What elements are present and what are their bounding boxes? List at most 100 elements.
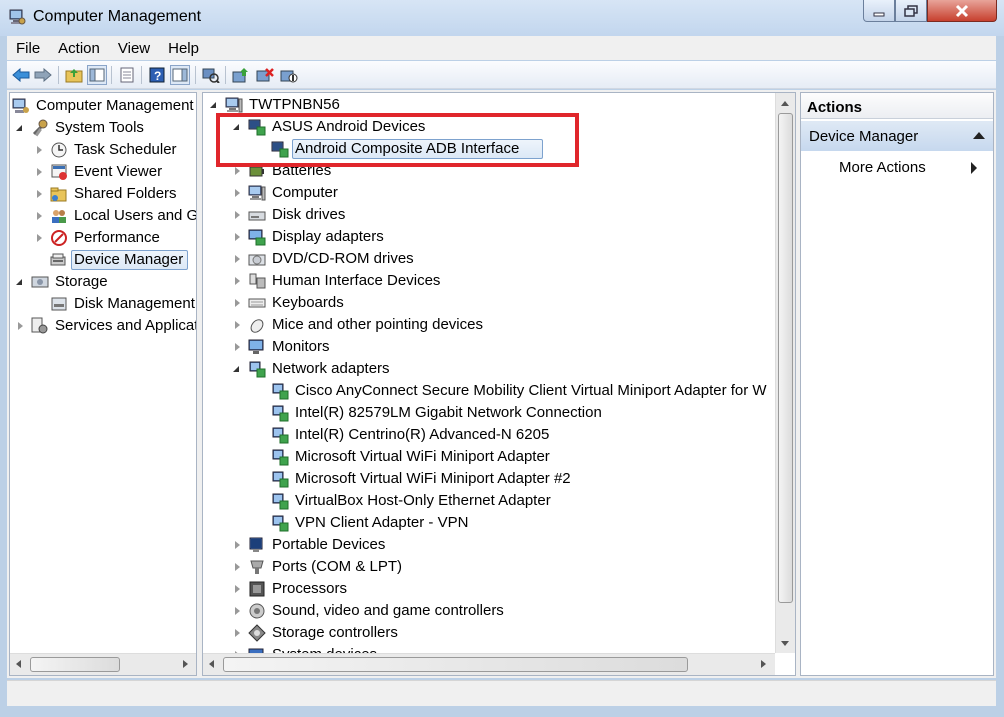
device-tree-pane[interactable]: TWTPNBN56 ASUS Android Devices Android Com… (202, 92, 796, 676)
title-bar[interactable]: Computer Management (0, 0, 1004, 36)
tree-item-disk-drives[interactable]: Disk drives (203, 204, 775, 226)
expanded-triangle-icon[interactable] (16, 279, 22, 285)
tree-item-services-and-applicat[interactable]: Services and Applicat (10, 315, 196, 337)
collapsed-triangle-icon[interactable] (235, 233, 240, 241)
tree-item-asus-android-devices[interactable]: ASUS Android Devices (203, 116, 775, 138)
uninstall-icon[interactable] (255, 65, 275, 85)
tree-item-display-adapters[interactable]: Display adapters (203, 226, 775, 248)
scroll-right-icon[interactable] (183, 660, 188, 668)
tree-item-cisco-anyconnect-secure-mobility-client-virtual-miniport-adapter-for-w[interactable]: Cisco AnyConnect Secure Mobility Client … (203, 380, 775, 402)
expanded-triangle-icon[interactable] (210, 102, 216, 108)
tree-item-intel-r-82579lm-gigabit-network-connection[interactable]: Intel(R) 82579LM Gigabit Network Connect… (203, 402, 775, 424)
tree-item-sound-video-and-game-controllers[interactable]: Sound, video and game controllers (203, 600, 775, 622)
collapsed-triangle-icon[interactable] (235, 299, 240, 307)
tree-item-android-composite-adb-interface[interactable]: Android Composite ADB Interface (203, 138, 775, 160)
minimize-button[interactable] (863, 0, 895, 22)
tree-item-microsoft-virtual-wifi-miniport-adapter-2[interactable]: Microsoft Virtual WiFi Miniport Adapter … (203, 468, 775, 490)
tree-item-device-manager[interactable]: Device Manager (10, 249, 196, 271)
collapsed-triangle-icon[interactable] (18, 322, 23, 330)
center-vertical-scrollbar[interactable] (775, 93, 795, 653)
scroll-down-icon[interactable] (781, 641, 789, 646)
tree-item-keyboards[interactable]: Keyboards (203, 292, 775, 314)
scroll-left-icon[interactable] (209, 660, 214, 668)
collapsed-triangle-icon[interactable] (235, 343, 240, 351)
tree-item-local-users-and-gro[interactable]: Local Users and Gro (10, 205, 196, 227)
collapsed-triangle-icon[interactable] (235, 585, 240, 593)
restore-icon (904, 4, 918, 17)
actions-device-manager-section[interactable]: Device Manager (801, 121, 993, 151)
menu-file[interactable]: File (7, 40, 49, 57)
collapsed-triangle-icon[interactable] (235, 629, 240, 637)
tree-item-twtpnbn56[interactable]: TWTPNBN56 (203, 94, 775, 116)
collapsed-triangle-icon[interactable] (235, 277, 240, 285)
tree-item-network-adapters[interactable]: Network adapters (203, 358, 775, 380)
tree-item-microsoft-virtual-wifi-miniport-adapter[interactable]: Microsoft Virtual WiFi Miniport Adapter (203, 446, 775, 468)
tree-item-performance[interactable]: Performance (10, 227, 196, 249)
menu-action[interactable]: Action (49, 40, 109, 57)
tree-item-portable-devices[interactable]: Portable Devices (203, 534, 775, 556)
show-hide-console-tree-icon[interactable] (87, 65, 107, 85)
tree-item-task-scheduler[interactable]: Task Scheduler (10, 139, 196, 161)
up-folder-icon[interactable] (64, 65, 84, 85)
disable-device-icon[interactable] (279, 65, 299, 85)
expanded-triangle-icon[interactable] (16, 125, 22, 131)
tree-item-label: Disk Management (74, 295, 195, 312)
tree-item-mice-and-other-pointing-devices[interactable]: Mice and other pointing devices (203, 314, 775, 336)
properties-icon[interactable] (117, 65, 137, 85)
tree-item-storage-controllers[interactable]: Storage controllers (203, 622, 775, 644)
scroll-right-icon[interactable] (761, 660, 766, 668)
tree-item-storage[interactable]: Storage (10, 271, 196, 293)
tree-item-processors[interactable]: Processors (203, 578, 775, 600)
tree-item-batteries[interactable]: Batteries (203, 160, 775, 182)
scroll-thumb[interactable] (223, 657, 688, 672)
menu-view[interactable]: View (109, 40, 159, 57)
tree-item-computer-management[interactable]: Computer Management (10, 95, 196, 117)
scroll-thumb[interactable] (778, 113, 793, 603)
collapsed-triangle-icon[interactable] (235, 563, 240, 571)
scroll-thumb[interactable] (30, 657, 120, 672)
tree-item-shared-folders[interactable]: Shared Folders (10, 183, 196, 205)
scroll-up-icon[interactable] (781, 101, 789, 106)
close-button[interactable] (927, 0, 997, 22)
more-actions-item[interactable]: More Actions (839, 159, 926, 176)
left-horizontal-scrollbar[interactable] (10, 653, 196, 675)
tree-item-dvd-cd-rom-drives[interactable]: DVD/CD-ROM drives (203, 248, 775, 270)
update-driver-icon[interactable] (231, 65, 251, 85)
tree-item-vpn-client-adapter-vpn[interactable]: VPN Client Adapter - VPN (203, 512, 775, 534)
tree-item-system-tools[interactable]: System Tools (10, 117, 196, 139)
scan-hardware-icon[interactable] (201, 65, 221, 85)
collapsed-triangle-icon[interactable] (235, 167, 240, 175)
collapse-up-icon[interactable] (973, 132, 985, 139)
show-hide-action-pane-icon[interactable] (170, 65, 190, 85)
center-horizontal-scrollbar[interactable] (203, 653, 775, 675)
expanded-triangle-icon[interactable] (233, 366, 239, 372)
tree-item-label: Performance (74, 229, 160, 246)
scroll-left-icon[interactable] (16, 660, 21, 668)
collapsed-triangle-icon[interactable] (37, 146, 42, 154)
collapsed-triangle-icon[interactable] (235, 541, 240, 549)
collapsed-triangle-icon[interactable] (235, 607, 240, 615)
collapsed-triangle-icon[interactable] (37, 168, 42, 176)
collapsed-triangle-icon[interactable] (235, 255, 240, 263)
collapsed-triangle-icon[interactable] (235, 189, 240, 197)
tree-item-disk-management[interactable]: Disk Management (10, 293, 196, 315)
tree-item-human-interface-devices[interactable]: Human Interface Devices (203, 270, 775, 292)
menu-help[interactable]: Help (159, 40, 208, 57)
tree-item-virtualbox-host-only-ethernet-adapter[interactable]: VirtualBox Host-Only Ethernet Adapter (203, 490, 775, 512)
tree-item-ports-com-lpt[interactable]: Ports (COM & LPT) (203, 556, 775, 578)
collapsed-triangle-icon[interactable] (37, 212, 42, 220)
tree-item-monitors[interactable]: Monitors (203, 336, 775, 358)
tree-item-event-viewer[interactable]: Event Viewer (10, 161, 196, 183)
collapsed-triangle-icon[interactable] (37, 234, 42, 242)
tree-item-intel-r-centrino-r-advanced-n-6205[interactable]: Intel(R) Centrino(R) Advanced-N 6205 (203, 424, 775, 446)
forward-arrow-icon[interactable] (33, 65, 53, 85)
console-tree-pane[interactable]: Computer Management System Tools Task Sche… (9, 92, 197, 676)
back-arrow-icon[interactable] (11, 65, 31, 85)
collapsed-triangle-icon[interactable] (37, 190, 42, 198)
collapsed-triangle-icon[interactable] (235, 321, 240, 329)
collapsed-triangle-icon[interactable] (235, 211, 240, 219)
help-icon[interactable]: ? (147, 65, 167, 85)
maximize-button[interactable] (895, 0, 927, 22)
expanded-triangle-icon[interactable] (233, 124, 239, 130)
tree-item-computer[interactable]: Computer (203, 182, 775, 204)
